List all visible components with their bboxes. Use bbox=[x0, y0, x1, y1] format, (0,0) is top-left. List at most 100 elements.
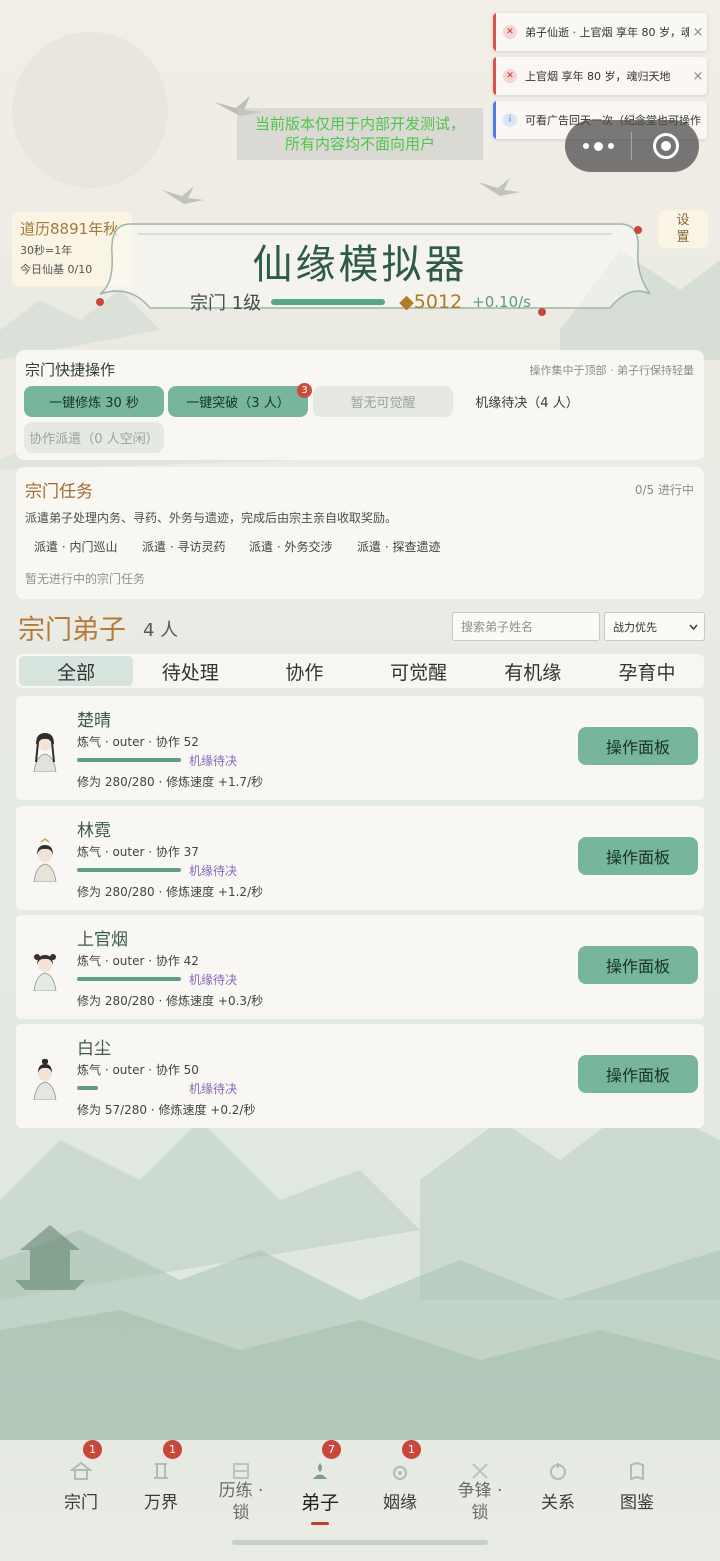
dev-notice: 当前版本仅用于内部开发测试， 所有内容均不面向用户 bbox=[237, 108, 483, 160]
nav-label: 万界 bbox=[144, 1493, 178, 1513]
nav-label-line: 锁 bbox=[232, 1503, 250, 1523]
sect-tasks-status: 0/5 进行中 bbox=[634, 483, 694, 497]
sect-tasks-card: 宗门任务 0/5 进行中 派遣弟子处理内务、寻药、外务与遗迹，完成后由宗主亲自收… bbox=[16, 467, 704, 599]
error-icon: ✕ bbox=[503, 25, 517, 39]
dispatch-ruins-button[interactable]: 派遣 · 探查遗迹 bbox=[357, 538, 440, 555]
disciple-avatar bbox=[33, 954, 57, 991]
nav-sect[interactable]: 1 宗门 bbox=[41, 1436, 121, 1536]
disciple-meta: 炼气 · outer · 协作 37 bbox=[77, 845, 199, 859]
sort-select[interactable]: 战力优先 bbox=[604, 612, 705, 641]
toast-error: ✕ 上官烟 享年 80 岁，魂归天地 × bbox=[493, 57, 707, 95]
disciple-name: 林霓 bbox=[77, 821, 111, 841]
marriage-icon bbox=[393, 1466, 407, 1480]
toast-error: ✕ 弟子仙逝 · 上官烟 享年 80 岁，魂归 × bbox=[493, 13, 707, 51]
miniprogram-capsule bbox=[565, 120, 699, 172]
cultivation-stat: 修为 280/280 · 修炼速度 +1.7/秒 bbox=[77, 775, 264, 789]
battle-icon bbox=[472, 1463, 488, 1479]
disciple-row: 上官烟 炼气 · outer · 协作 42 机缘待决 修为 280/280 ·… bbox=[16, 915, 704, 1019]
disciple-avatar bbox=[33, 732, 57, 772]
disciple-meta: 炼气 · outer · 协作 52 bbox=[77, 735, 199, 749]
cultivation-bar bbox=[77, 758, 181, 762]
tab-all[interactable]: 全部 bbox=[19, 656, 134, 686]
active-indicator bbox=[311, 1522, 329, 1525]
nav-badge: 1 bbox=[402, 1440, 421, 1459]
awaken-button[interactable]: 暂无可觉醒 bbox=[313, 386, 453, 417]
close-icon[interactable]: × bbox=[689, 25, 707, 40]
cultivate-all-button[interactable]: 一键修炼 30 秒 bbox=[24, 386, 164, 417]
breakthrough-all-button[interactable]: 一键突破（3 人） bbox=[168, 386, 308, 417]
disciple-avatar bbox=[33, 1059, 57, 1100]
sect-tasks-empty: 暂无进行中的宗门任务 bbox=[25, 572, 146, 586]
info-icon: i bbox=[503, 113, 517, 127]
close-miniprogram-icon[interactable] bbox=[632, 133, 699, 159]
nav-label: 图鉴 bbox=[620, 1493, 654, 1513]
cultivation-stat: 修为 57/280 · 修炼速度 +0.2/秒 bbox=[77, 1103, 256, 1117]
tab-collab[interactable]: 协作 bbox=[247, 654, 361, 688]
quick-ops-card: 宗门快捷操作 操作集中于顶部 · 弟子行保持轻量 一键修炼 30 秒 一键突破（… bbox=[16, 350, 704, 460]
disciple-row: 白尘 炼气 · outer · 协作 50 机缘待决 修为 57/280 · 修… bbox=[16, 1024, 704, 1128]
nav-label: 宗门 bbox=[64, 1493, 98, 1513]
sect-icon bbox=[70, 1461, 92, 1480]
disciple-avatar bbox=[33, 838, 57, 882]
codex-icon bbox=[630, 1461, 644, 1481]
sect-tasks-title: 宗门任务 bbox=[25, 482, 93, 502]
operation-panel-button[interactable]: 操作面板 bbox=[578, 727, 698, 765]
settings-label: 设 bbox=[676, 213, 690, 228]
relation-icon bbox=[550, 1463, 566, 1480]
disciple-name: 上官烟 bbox=[77, 930, 128, 950]
more-icon[interactable] bbox=[565, 141, 631, 151]
error-icon: ✕ bbox=[503, 69, 517, 83]
tab-chance[interactable]: 有机缘 bbox=[476, 654, 590, 688]
nav-badge: 1 bbox=[163, 1440, 182, 1459]
spirit-stone-rate: +0.10/s bbox=[472, 293, 531, 311]
breakthrough-badge: 3 bbox=[297, 383, 312, 398]
nav-battle[interactable]: 争锋 · 锁 bbox=[440, 1436, 520, 1536]
tab-awaken[interactable]: 可觉醒 bbox=[362, 654, 476, 688]
quick-ops-title: 宗门快捷操作 bbox=[25, 361, 116, 379]
disciple-meta: 炼气 · outer · 协作 42 bbox=[77, 954, 199, 968]
nav-relation[interactable]: 关系 bbox=[518, 1436, 598, 1536]
chance-status: 机缘待决 bbox=[189, 973, 238, 987]
disciple-filter-tabs: 全部 待处理 协作 可觉醒 有机缘 孕育中 bbox=[16, 654, 704, 688]
chance-status: 机缘待决 bbox=[189, 864, 238, 878]
nav-badge: 7 bbox=[322, 1440, 341, 1459]
cultivation-bar bbox=[77, 868, 181, 872]
nav-badge: 1 bbox=[83, 1440, 102, 1459]
home-indicator bbox=[232, 1540, 488, 1545]
chance-status: 机缘待决 bbox=[189, 1082, 238, 1096]
nav-label: 争锋 · 锁 bbox=[440, 1480, 520, 1524]
nav-disciple[interactable]: 7 弟子 bbox=[280, 1436, 360, 1536]
nav-realm[interactable]: 1 万界 bbox=[121, 1436, 201, 1536]
cultivation-bar bbox=[77, 1086, 181, 1090]
nav-marriage[interactable]: 1 姻缘 bbox=[360, 1436, 440, 1536]
collab-dispatch-button[interactable]: 协作派遣（0 人空闲） bbox=[24, 422, 164, 453]
dev-notice-line: 当前版本仅用于内部开发测试， bbox=[254, 115, 465, 133]
sort-value: 战力优先 bbox=[613, 620, 657, 634]
nav-label: 姻缘 bbox=[383, 1493, 417, 1513]
nav-codex[interactable]: 图鉴 bbox=[597, 1436, 677, 1536]
dispatch-diplomacy-button[interactable]: 派遣 · 外务交涉 bbox=[249, 538, 332, 555]
pending-chance-button[interactable]: 机缘待决（4 人） bbox=[457, 386, 597, 417]
nav-label: 关系 bbox=[541, 1493, 575, 1513]
dispatch-patrol-button[interactable]: 派遣 · 内门巡山 bbox=[34, 538, 117, 555]
operation-panel-button[interactable]: 操作面板 bbox=[578, 837, 698, 875]
disciple-row: 楚晴 炼气 · outer · 协作 52 机缘待决 修为 280/280 · … bbox=[16, 696, 704, 800]
disciple-meta: 炼气 · outer · 协作 50 bbox=[77, 1063, 199, 1077]
close-icon[interactable]: × bbox=[689, 69, 707, 84]
operation-panel-button[interactable]: 操作面板 bbox=[578, 946, 698, 984]
dev-notice-line: 所有内容均不面向用户 bbox=[284, 135, 435, 153]
spirit-stone-count: ◆5012 bbox=[399, 291, 463, 313]
nav-label: 弟子 bbox=[300, 1492, 339, 1514]
sect-status-line: 宗门 1级 ◆5012 +0.10/s bbox=[190, 288, 531, 316]
nav-trial[interactable]: 历练 · 锁 bbox=[201, 1436, 281, 1536]
app-title: 仙缘模拟器 bbox=[252, 242, 468, 288]
toast-text: 上官烟 享年 80 岁，魂归天地 bbox=[525, 70, 671, 83]
dispatch-herb-button[interactable]: 派遣 · 寻访灵药 bbox=[142, 538, 225, 555]
tab-pending[interactable]: 待处理 bbox=[133, 654, 247, 688]
disciple-name: 白尘 bbox=[77, 1039, 111, 1059]
disciple-icon bbox=[313, 1463, 327, 1479]
operation-panel-button[interactable]: 操作面板 bbox=[578, 1055, 698, 1093]
disciple-search-input[interactable] bbox=[452, 612, 600, 641]
cultivation-bar bbox=[77, 977, 181, 981]
tab-pregnant[interactable]: 孕育中 bbox=[590, 654, 704, 688]
